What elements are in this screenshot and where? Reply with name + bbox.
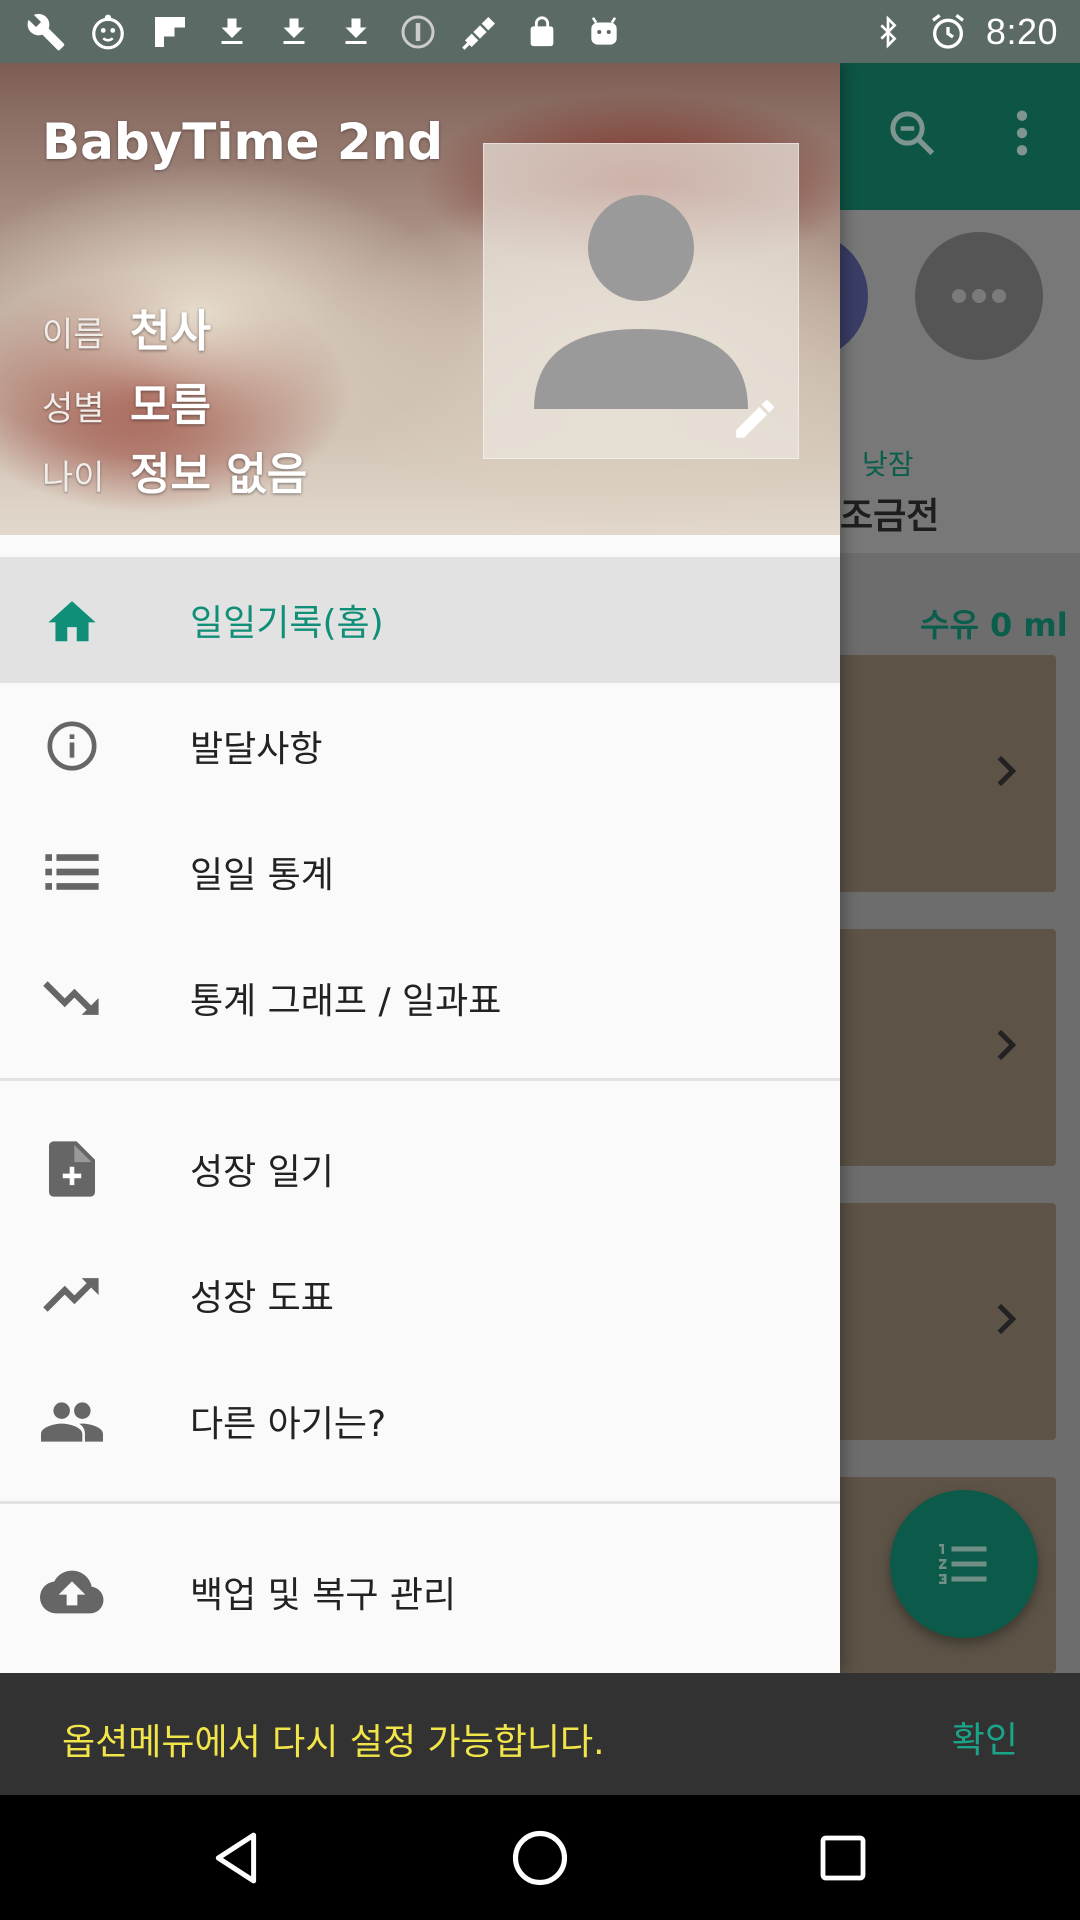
profile-name-row: 이름 천사 [42, 295, 211, 359]
drawer-header: BabyTime 2nd 이름 천사 성별 모름 나이 정보 없음 [0, 63, 840, 535]
edit-profile-button[interactable] [724, 388, 786, 450]
chevron-right-icon [997, 1303, 1017, 1335]
nap-value: 조금전 [840, 496, 940, 537]
gender-label: 성별 [42, 389, 105, 429]
cloud-upload-icon [40, 1562, 104, 1622]
alarm-icon [926, 10, 970, 54]
menu-item-growth-chart[interactable]: 성장 도표 [0, 1232, 840, 1358]
trending-down-icon [40, 968, 104, 1028]
download-icon [334, 10, 378, 54]
menu-label: 백업 및 복구 관리 [190, 1575, 457, 1616]
menu-label: 통계 그래프 / 일과표 [190, 981, 502, 1022]
navigation-drawer: BabyTime 2nd 이름 천사 성별 모름 나이 정보 없음 일일기록(홈… [0, 63, 840, 1673]
system-navigation-bar [0, 1795, 1080, 1920]
recents-button[interactable] [808, 1823, 878, 1893]
menu-divider [0, 1501, 840, 1504]
age-value: 정보 없음 [130, 449, 308, 500]
age-label: 나이 [42, 458, 105, 498]
wrench-icon [24, 10, 68, 54]
menu-item-daily-stats[interactable]: 일일 통계 [0, 809, 840, 935]
home-circle-icon [512, 1830, 568, 1886]
profile-gender-row: 성별 모름 [42, 369, 211, 433]
menu-item-home[interactable]: 일일기록(홈) [0, 557, 840, 683]
nap-label: 낮잠 [862, 448, 914, 481]
list-numbered-fab[interactable] [890, 1490, 1038, 1638]
menu-item-other-babies[interactable]: 다른 아기는? [0, 1358, 840, 1484]
menu-label: 성장 도표 [190, 1278, 334, 1319]
menu-item-growth-diary[interactable]: 성장 일기 [0, 1106, 840, 1232]
recents-square-icon [820, 1835, 866, 1881]
name-label: 이름 [42, 315, 105, 355]
menu-label: 일일기록(홈) [190, 603, 384, 644]
menu-label: 발달사항 [190, 729, 323, 770]
list-icon [40, 842, 104, 902]
zoom-out-icon[interactable] [882, 103, 942, 163]
satellite-icon [458, 10, 502, 54]
people-icon [40, 1391, 104, 1451]
snackbar-confirm-button[interactable]: 확인 [952, 1711, 1018, 1763]
chevron-right-icon [997, 1029, 1017, 1061]
drawer-menu: 일일기록(홈) 발달사항 일일 통계 통계 그래프 / 일과표 성장 일기 성장… [0, 557, 840, 1655]
menu-item-development[interactable]: 발달사항 [0, 683, 840, 809]
menu-label: 성장 일기 [190, 1152, 334, 1193]
status-time: 8:20 [985, 11, 1058, 52]
back-triangle-icon [215, 1832, 257, 1884]
feed-summary: 수유 0 ml [920, 606, 1068, 644]
download-icon [272, 10, 316, 54]
more-horiz-circle[interactable] [915, 232, 1043, 360]
menu-divider [0, 1078, 840, 1081]
app-icon [86, 10, 130, 54]
menu-item-stats-graph[interactable]: 통계 그래프 / 일과표 [0, 935, 840, 1061]
menu-label: 다른 아기는? [190, 1404, 387, 1445]
pencil-icon [736, 400, 774, 438]
home-button[interactable] [505, 1823, 575, 1893]
info-icon [396, 10, 440, 54]
profile-age-row: 나이 정보 없음 [42, 438, 307, 502]
status-bar: 8:20 [0, 0, 1080, 63]
info-icon [40, 716, 104, 776]
android-icon [582, 10, 626, 54]
app-title: BabyTime 2nd [42, 113, 444, 171]
gender-value: 모름 [130, 380, 211, 431]
format-list-numbered-icon [939, 1544, 987, 1584]
snackbar-message: 옵션메뉴에서 다시 설정 가능합니다. [62, 1722, 605, 1763]
back-button[interactable] [202, 1823, 272, 1893]
more-vert-icon[interactable] [992, 103, 1052, 163]
flipboard-icon [148, 10, 192, 54]
note-add-icon [40, 1139, 104, 1199]
menu-label: 일일 통계 [190, 855, 334, 896]
download-icon [210, 10, 254, 54]
trending-up-icon [40, 1265, 104, 1325]
bluetooth-icon [866, 10, 910, 54]
chevron-right-icon [997, 755, 1017, 787]
name-value: 천사 [130, 306, 211, 357]
snackbar: 옵션메뉴에서 다시 설정 가능합니다. 확인 [0, 1673, 1080, 1795]
lock-icon [520, 10, 564, 54]
menu-item-backup-restore[interactable]: 백업 및 복구 관리 [0, 1529, 840, 1655]
home-icon [40, 590, 104, 650]
